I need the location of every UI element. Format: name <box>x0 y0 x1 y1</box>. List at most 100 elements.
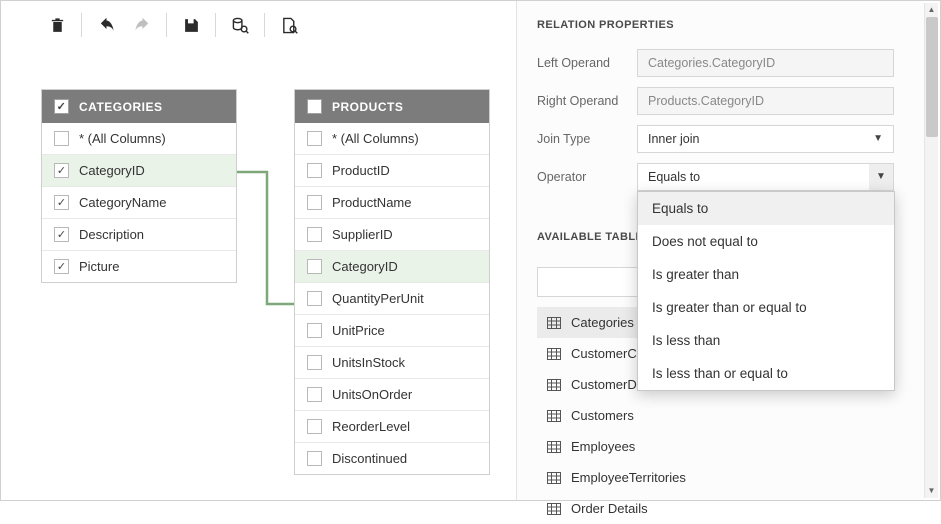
column-row[interactable]: Picture <box>42 250 236 282</box>
table-title: PRODUCTS <box>332 100 403 114</box>
column-row[interactable]: * (All Columns) <box>42 123 236 154</box>
column-row[interactable]: SupplierID <box>295 218 489 250</box>
table-item[interactable]: Order Details <box>537 493 894 524</box>
parameters-button[interactable] <box>222 11 258 39</box>
column-label: SupplierID <box>332 227 393 242</box>
table-item[interactable]: EmployeeTerritories <box>537 462 894 493</box>
design-canvas[interactable]: CATEGORIES * (All Columns)CategoryIDCate… <box>1 49 516 498</box>
column-row[interactable]: Description <box>42 218 236 250</box>
scroll-up-icon[interactable]: ▲ <box>928 3 936 17</box>
operator-dropdown[interactable]: Equals toDoes not equal toIs greater tha… <box>637 191 895 391</box>
column-row[interactable]: ProductName <box>295 186 489 218</box>
separator <box>166 13 167 37</box>
chevron-down-icon: ▼ <box>873 126 883 152</box>
column-row[interactable]: Discontinued <box>295 442 489 474</box>
prop-label: Left Operand <box>537 56 637 70</box>
column-row[interactable]: * (All Columns) <box>295 123 489 154</box>
column-check[interactable] <box>307 323 322 338</box>
column-row[interactable]: CategoryID <box>295 250 489 282</box>
table-check[interactable] <box>54 99 69 114</box>
column-check[interactable] <box>307 355 322 370</box>
column-check[interactable] <box>307 387 322 402</box>
table-rows: * (All Columns) ProductID ProductName Suppl… <box>295 123 489 474</box>
column-check[interactable] <box>54 163 69 178</box>
column-row[interactable]: CategoryName <box>42 186 236 218</box>
db-search-icon <box>232 17 249 34</box>
dropdown-option[interactable]: Is greater than <box>638 258 894 291</box>
table-check[interactable] <box>307 99 322 114</box>
column-row[interactable]: UnitsInStock <box>295 346 489 378</box>
table-item[interactable]: Customers <box>537 400 894 431</box>
dropdown-option[interactable]: Equals to <box>638 192 894 225</box>
column-check[interactable] <box>307 259 322 274</box>
undo-button[interactable] <box>88 11 124 39</box>
table-icon <box>547 348 561 360</box>
column-check[interactable] <box>307 131 322 146</box>
column-check[interactable] <box>54 227 69 242</box>
properties-panel: RELATION PROPERTIES Left Operand Categor… <box>516 1 924 500</box>
table-item-label: Customers <box>571 408 634 423</box>
join-type-select[interactable]: Inner join ▼ <box>637 125 894 153</box>
table-header[interactable]: PRODUCTS <box>295 90 489 123</box>
prop-label: Right Operand <box>537 94 637 108</box>
scroll-down-icon[interactable]: ▼ <box>928 484 936 498</box>
column-label: CategoryID <box>332 259 398 274</box>
table-title: CATEGORIES <box>79 100 162 114</box>
table-icon <box>547 472 561 484</box>
column-label: Discontinued <box>332 451 407 466</box>
dropdown-option[interactable]: Does not equal to <box>638 225 894 258</box>
column-label: UnitPrice <box>332 323 385 338</box>
dropdown-option[interactable]: Is less than or equal to <box>638 357 894 390</box>
table-icon <box>547 441 561 453</box>
column-row[interactable]: UnitsOnOrder <box>295 378 489 410</box>
table-item-label: Categories <box>571 315 634 330</box>
preview-button[interactable] <box>271 11 307 39</box>
right-operand-field: Products.CategoryID <box>637 87 894 115</box>
column-row[interactable]: QuantityPerUnit <box>295 282 489 314</box>
column-label: ProductName <box>332 195 411 210</box>
table-icon <box>547 503 561 515</box>
field-value: Products.CategoryID <box>648 88 764 114</box>
vertical-scrollbar[interactable]: ▲ ▼ <box>924 3 938 498</box>
panel-title: RELATION PROPERTIES <box>537 19 894 31</box>
column-label: ProductID <box>332 163 390 178</box>
column-check[interactable] <box>307 163 322 178</box>
save-icon <box>183 17 200 34</box>
dropdown-option[interactable]: Is less than <box>638 324 894 357</box>
prop-label: Operator <box>537 170 637 184</box>
table-header[interactable]: CATEGORIES <box>42 90 236 123</box>
table-item-label: Employees <box>571 439 635 454</box>
column-check[interactable] <box>54 131 69 146</box>
column-check[interactable] <box>54 259 69 274</box>
column-check[interactable] <box>307 419 322 434</box>
operator-select[interactable]: Equals to ▼ <box>637 163 894 191</box>
table-products[interactable]: PRODUCTS * (All Columns) ProductID Product… <box>294 89 490 475</box>
column-label: ReorderLevel <box>332 419 410 434</box>
column-row[interactable]: ProductID <box>295 154 489 186</box>
save-button[interactable] <box>173 11 209 39</box>
column-row[interactable]: ReorderLevel <box>295 410 489 442</box>
table-categories[interactable]: CATEGORIES * (All Columns)CategoryIDCate… <box>41 89 237 283</box>
column-check[interactable] <box>307 451 322 466</box>
separator <box>215 13 216 37</box>
redo-icon <box>134 17 151 34</box>
column-check[interactable] <box>307 291 322 306</box>
column-row[interactable]: UnitPrice <box>295 314 489 346</box>
join-connector <box>237 169 294 309</box>
column-check[interactable] <box>307 227 322 242</box>
undo-icon <box>98 17 115 34</box>
page-search-icon <box>281 17 298 34</box>
delete-button[interactable] <box>39 11 75 39</box>
column-row[interactable]: CategoryID <box>42 154 236 186</box>
table-item[interactable]: Employees <box>537 431 894 462</box>
scroll-thumb[interactable] <box>926 17 938 137</box>
dropdown-option[interactable]: Is greater than or equal to <box>638 291 894 324</box>
column-check[interactable] <box>307 195 322 210</box>
separator <box>264 13 265 37</box>
column-check[interactable] <box>54 195 69 210</box>
table-icon <box>547 410 561 422</box>
redo-button[interactable] <box>124 11 160 39</box>
column-label: UnitsOnOrder <box>332 387 412 402</box>
left-operand-field: Categories.CategoryID <box>637 49 894 77</box>
prop-label: Join Type <box>537 132 637 146</box>
